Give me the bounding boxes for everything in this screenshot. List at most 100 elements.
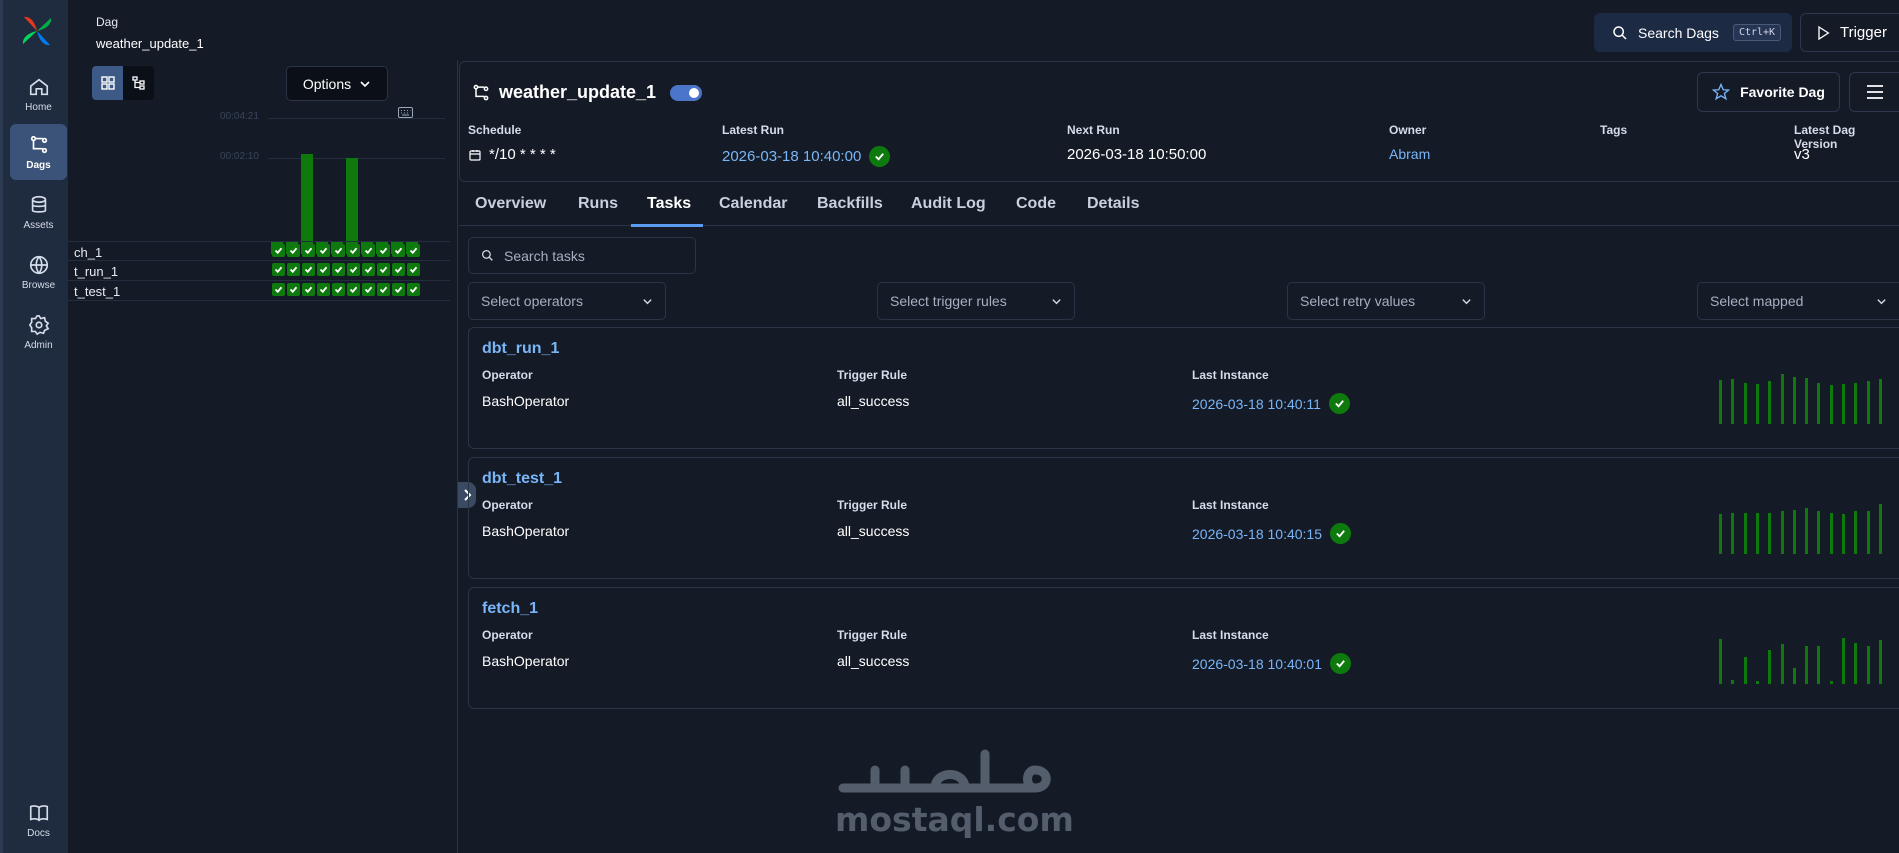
task-instance-cell[interactable] xyxy=(302,263,315,276)
recent-run-bar[interactable] xyxy=(1867,511,1870,554)
recent-run-bar[interactable] xyxy=(1817,383,1820,424)
menu-button[interactable] xyxy=(1849,72,1899,112)
task-instance-cell[interactable] xyxy=(317,244,330,257)
recent-run-bar[interactable] xyxy=(1830,513,1833,554)
recent-run-bar[interactable] xyxy=(1768,513,1771,554)
recent-run-bar[interactable] xyxy=(1731,379,1734,424)
grid-view-button[interactable] xyxy=(92,66,123,100)
task-instance-cell[interactable] xyxy=(287,263,300,276)
recent-run-bar[interactable] xyxy=(1793,510,1796,554)
task-instance-cell[interactable] xyxy=(287,283,300,296)
task-instance-cell[interactable] xyxy=(317,263,330,276)
task-instance-cell[interactable] xyxy=(407,283,420,296)
recent-run-bar[interactable] xyxy=(1793,668,1796,684)
nav-assets[interactable]: Assets xyxy=(10,184,67,240)
task-instance-cell[interactable] xyxy=(392,283,405,296)
latest-run-link[interactable]: 2026-03-18 10:40:00 xyxy=(722,148,861,165)
search-tasks-input[interactable]: Search tasks xyxy=(468,237,696,274)
airflow-logo[interactable] xyxy=(20,14,54,48)
recent-run-bar[interactable] xyxy=(1793,377,1796,424)
task-instance-cell[interactable] xyxy=(362,244,375,257)
recent-run-bar[interactable] xyxy=(1842,514,1845,554)
task-card-title[interactable]: dbt_run_1 xyxy=(482,340,559,358)
task-instance-cell[interactable] xyxy=(407,263,420,276)
recent-run-bar[interactable] xyxy=(1756,384,1759,424)
recent-run-bar[interactable] xyxy=(1781,644,1784,684)
task-instance-cell[interactable] xyxy=(272,283,285,296)
trigger-rules-select[interactable]: Select trigger rules xyxy=(877,282,1075,320)
tab-backfills[interactable]: Backfills xyxy=(817,195,883,213)
recent-run-bar[interactable] xyxy=(1731,513,1734,554)
tab-audit-log[interactable]: Audit Log xyxy=(911,195,986,213)
recent-run-bar[interactable] xyxy=(1744,513,1747,554)
recent-run-bar[interactable] xyxy=(1879,504,1882,554)
recent-run-bar[interactable] xyxy=(1719,639,1722,684)
task-instance-cell[interactable] xyxy=(272,263,285,276)
nav-browse[interactable]: Browse xyxy=(10,244,67,300)
tab-calendar[interactable]: Calendar xyxy=(719,195,787,213)
task-instance-cell[interactable] xyxy=(287,244,300,257)
task-instance-cell[interactable] xyxy=(407,244,420,257)
graph-view-button[interactable] xyxy=(123,66,154,100)
task-instance-cell[interactable] xyxy=(392,263,405,276)
task-instance-cell[interactable] xyxy=(347,263,360,276)
pause-toggle[interactable] xyxy=(670,84,703,101)
task-instance-cell[interactable] xyxy=(362,283,375,296)
recent-run-bar[interactable] xyxy=(1854,383,1857,424)
options-dropdown[interactable]: Options xyxy=(286,66,388,101)
task-instance-cell[interactable] xyxy=(272,244,285,257)
recent-run-bar[interactable] xyxy=(1744,383,1747,424)
recent-run-bar[interactable] xyxy=(1768,650,1771,684)
tab-code[interactable]: Code xyxy=(1016,195,1056,213)
recent-run-bar[interactable] xyxy=(1719,514,1722,554)
recent-run-bar[interactable] xyxy=(1817,511,1820,554)
task-instance-cell[interactable] xyxy=(302,244,315,257)
recent-run-bar[interactable] xyxy=(1830,681,1833,684)
last-instance-link[interactable]: 2026-03-18 10:40:11 xyxy=(1192,396,1321,412)
recent-run-bar[interactable] xyxy=(1879,640,1882,684)
task-instance-cell[interactable] xyxy=(347,283,360,296)
task-instance-cell[interactable] xyxy=(302,283,315,296)
recent-run-bar[interactable] xyxy=(1781,374,1784,424)
retry-values-select[interactable]: Select retry values xyxy=(1287,282,1485,320)
trigger-button[interactable]: Trigger xyxy=(1800,13,1899,52)
panel-divider[interactable] xyxy=(457,60,458,853)
recent-run-bar[interactable] xyxy=(1830,385,1833,424)
grid-task-name[interactable]: t_test_1 xyxy=(74,284,194,299)
recent-run-bar[interactable] xyxy=(1768,381,1771,424)
operators-select[interactable]: Select operators xyxy=(468,282,666,320)
recent-run-bar[interactable] xyxy=(1781,511,1784,554)
task-instance-cell[interactable] xyxy=(362,263,375,276)
recent-run-bar[interactable] xyxy=(1744,657,1747,684)
last-instance-link[interactable]: 2026-03-18 10:40:01 xyxy=(1192,656,1322,672)
task-instance-cell[interactable] xyxy=(332,263,345,276)
recent-run-bar[interactable] xyxy=(1842,638,1845,684)
keyboard-icon[interactable] xyxy=(398,107,413,118)
recent-run-bar[interactable] xyxy=(1719,380,1722,424)
task-instance-cell[interactable] xyxy=(347,244,360,257)
task-card-title[interactable]: fetch_1 xyxy=(482,600,538,618)
recent-run-bar[interactable] xyxy=(1817,646,1820,684)
last-instance-link[interactable]: 2026-03-18 10:40:15 xyxy=(1192,526,1322,542)
recent-run-bar[interactable] xyxy=(1756,513,1759,554)
nav-docs[interactable]: Docs xyxy=(10,792,67,848)
nav-dags[interactable]: Dags xyxy=(10,124,67,180)
task-instance-cell[interactable] xyxy=(332,244,345,257)
grid-task-name[interactable]: ch_1 xyxy=(74,245,194,260)
run-duration-bar[interactable] xyxy=(346,158,358,254)
tab-tasks[interactable]: Tasks xyxy=(647,195,691,213)
run-duration-bar[interactable] xyxy=(301,154,313,254)
recent-run-bar[interactable] xyxy=(1854,511,1857,554)
task-instance-cell[interactable] xyxy=(332,283,345,296)
recent-run-bar[interactable] xyxy=(1867,381,1870,424)
tab-runs[interactable]: Runs xyxy=(578,195,618,213)
tab-overview[interactable]: Overview xyxy=(475,195,546,213)
tab-details[interactable]: Details xyxy=(1087,195,1139,213)
task-instance-cell[interactable] xyxy=(392,244,405,257)
task-instance-cell[interactable] xyxy=(377,283,390,296)
breadcrumb-dag[interactable]: weather_update_1 xyxy=(96,36,204,51)
task-instance-cell[interactable] xyxy=(317,283,330,296)
recent-run-bar[interactable] xyxy=(1842,384,1845,424)
mapped-select[interactable]: Select mapped xyxy=(1697,282,1899,320)
grid-task-name[interactable]: t_run_1 xyxy=(74,264,194,279)
